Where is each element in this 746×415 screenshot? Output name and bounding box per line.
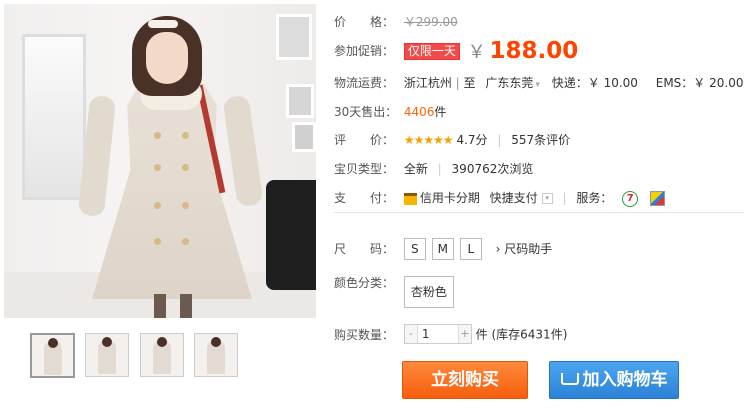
quantity-input[interactable]: 1 bbox=[416, 325, 459, 343]
item-type-row: 宝贝类型： 全新 | 390762次浏览 bbox=[334, 162, 534, 176]
cart-icon bbox=[560, 373, 579, 385]
color-row: 颜色分类： 杏粉色 bbox=[334, 276, 454, 308]
rating-row: 评 价： ★★★★★ 4.7分 | 557条评价 bbox=[334, 133, 571, 147]
color-option-apricot-pink[interactable]: 杏粉色 bbox=[403, 276, 454, 308]
product-main-image bbox=[4, 4, 316, 318]
thumbnail-4[interactable] bbox=[194, 333, 238, 377]
service-label: 服务： bbox=[576, 191, 613, 205]
quantity-row: 购买数量： - 1 + 件 (库存6431件) bbox=[334, 324, 567, 344]
credit-installment[interactable]: 信用卡分期 bbox=[420, 191, 480, 205]
size-label: 尺 码： bbox=[334, 242, 395, 256]
payment-label: 支 付： bbox=[334, 191, 395, 205]
sales-count: 4406 bbox=[403, 105, 435, 119]
quantity-minus-button[interactable]: - bbox=[404, 325, 417, 343]
size-row: 尺 码： SML › 尺码助手 bbox=[334, 238, 552, 260]
price-label: 价 格： bbox=[334, 15, 395, 29]
color-label: 颜色分类： bbox=[334, 276, 395, 290]
seven-day-return-icon[interactable]: 7 bbox=[622, 190, 639, 207]
add-to-cart-button[interactable]: 加入购物车 bbox=[549, 361, 679, 399]
credit-card-icon bbox=[403, 192, 417, 205]
rating-label: 评 价： bbox=[334, 133, 395, 147]
promo-currency: ￥ bbox=[467, 42, 486, 63]
size-option-s[interactable]: S bbox=[403, 238, 426, 260]
size-option-l[interactable]: L bbox=[459, 238, 482, 260]
size-option-m[interactable]: M bbox=[431, 238, 454, 260]
quick-pay[interactable]: 快捷支付 bbox=[490, 191, 538, 205]
quantity-label: 购买数量： bbox=[334, 327, 395, 342]
guarantee-badge-icon[interactable] bbox=[650, 191, 666, 206]
buy-now-button[interactable]: 立刻购买 bbox=[402, 361, 528, 399]
item-views: 390762次浏览 bbox=[451, 162, 534, 176]
chevron-down-icon[interactable]: ▾ bbox=[535, 80, 540, 90]
promo-label: 参加促销： bbox=[334, 43, 395, 58]
stock-info: 件 (库存6431件) bbox=[475, 327, 568, 342]
promo-tag: 仅限一天 bbox=[403, 42, 460, 60]
shipping-from: 浙江杭州 bbox=[403, 76, 452, 90]
product-info-panel: 价 格： ￥299.00 参加促销： 仅限一天 ￥ 188.00 物流运费： 浙… bbox=[334, 0, 746, 415]
star-rating-icon: ★★★★★ bbox=[403, 133, 454, 147]
add-to-cart-label: 加入购物车 bbox=[582, 370, 668, 390]
express-fee: 快递：￥ 10.00 bbox=[551, 76, 638, 90]
promo-price: 188.00 bbox=[489, 38, 579, 64]
thumbnail-1[interactable] bbox=[30, 333, 75, 378]
quantity-stepper: - 1 + bbox=[403, 324, 472, 344]
buy-now-label: 立刻购买 bbox=[431, 370, 499, 390]
price-row: 价 格： ￥299.00 bbox=[334, 13, 458, 30]
shipping-to-prefix: 至 bbox=[463, 76, 476, 90]
shipping-row: 物流运费： 浙江杭州 | 至 广东东莞 ▾ 快递：￥ 10.00 EMS：￥ 20… bbox=[334, 76, 744, 90]
review-count-link[interactable]: 557条评价 bbox=[511, 133, 570, 147]
thumbnail-2[interactable] bbox=[85, 333, 129, 377]
quantity-plus-button[interactable]: + bbox=[458, 325, 471, 343]
rating-score: 4.7分 bbox=[456, 133, 488, 147]
sales-unit: 件 bbox=[434, 105, 447, 119]
shipping-to[interactable]: 广东东莞 bbox=[485, 76, 533, 90]
promo-row: 参加促销： 仅限一天 ￥ 188.00 bbox=[334, 38, 578, 64]
item-type-label: 宝贝类型： bbox=[334, 162, 395, 176]
shipping-label: 物流运费： bbox=[334, 76, 395, 90]
thumbnail-3[interactable] bbox=[140, 333, 184, 377]
item-condition: 全新 bbox=[403, 162, 428, 176]
ems-fee: EMS：￥ 20.00 bbox=[655, 76, 744, 90]
size-helper-link[interactable]: › 尺码助手 bbox=[496, 242, 553, 256]
sales-row: 30天售出： 4406件 bbox=[334, 103, 446, 120]
original-price: ￥299.00 bbox=[403, 15, 458, 29]
chevron-down-icon[interactable]: ▾ bbox=[541, 193, 553, 204]
divider bbox=[334, 212, 744, 213]
payment-row: 支 付： 信用卡分期 快捷支付 ▾ | 服务： 7 bbox=[334, 189, 666, 207]
sales-label: 30天售出： bbox=[334, 105, 398, 119]
